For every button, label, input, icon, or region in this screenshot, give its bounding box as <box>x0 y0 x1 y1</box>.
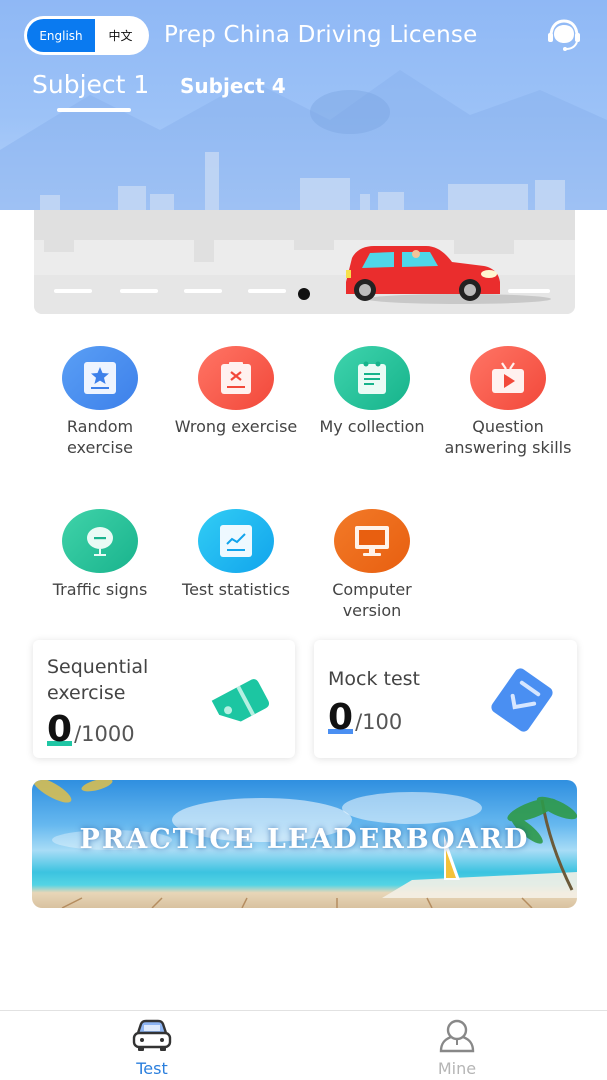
language-toggle[interactable]: English 中文 <box>24 16 149 55</box>
bottom-navigation: Test Mine <box>0 1010 607 1080</box>
nav-label: Test <box>136 1059 168 1078</box>
completed-count: 0 <box>328 697 354 738</box>
language-option-english[interactable]: English <box>27 19 95 52</box>
app-title: Prep China Driving License <box>164 22 478 48</box>
tab-subject-4[interactable]: Subject 4 <box>180 74 286 98</box>
feature-question-answering-skills[interactable]: Question answering skills <box>440 346 576 458</box>
check-paper-icon <box>491 668 553 732</box>
tab-subject-1[interactable]: Subject 1 <box>32 70 149 99</box>
customer-service-headset-icon <box>548 19 580 51</box>
total-count: /100 <box>355 710 403 734</box>
car-icon <box>132 1019 172 1051</box>
notepad-icon <box>358 361 386 394</box>
road-illustration <box>34 210 575 314</box>
user-icon <box>439 1019 475 1053</box>
star-card-icon <box>84 362 116 394</box>
feature-test-statistics[interactable]: Test statistics <box>168 509 304 600</box>
active-tab-indicator <box>57 108 131 112</box>
card-title: Mock test <box>328 668 420 690</box>
feature-label: Wrong exercise <box>174 417 298 436</box>
progress-road-banner <box>34 210 575 314</box>
mock-test-card[interactable]: Mock test 0 /100 <box>314 640 577 758</box>
feature-traffic-signs[interactable]: Traffic signs <box>32 509 168 600</box>
practice-leaderboard-banner[interactable]: PRACTICE LEADERBOARD <box>32 780 577 908</box>
video-tv-icon <box>492 362 524 393</box>
feature-label: My collection <box>319 417 425 436</box>
tag-icon <box>211 679 270 722</box>
line-chart-icon <box>220 525 252 557</box>
feature-my-collection[interactable]: My collection <box>304 346 440 437</box>
x-clipboard-icon <box>221 362 251 394</box>
feature-label: Traffic signs <box>52 580 148 599</box>
feature-computer-version[interactable]: Computer version <box>304 509 440 621</box>
feature-label: Computer version <box>332 580 412 620</box>
card-title: Sequential exercise <box>47 656 149 704</box>
feature-label: Test statistics <box>182 580 290 599</box>
leaderboard-title: PRACTICE LEADERBOARD <box>79 824 530 855</box>
total-count: /1000 <box>74 722 135 746</box>
nav-label: Mine <box>437 1059 477 1078</box>
customer-service-button[interactable] <box>545 18 583 54</box>
completed-count: 0 <box>47 709 73 750</box>
monitor-icon <box>355 526 389 556</box>
sequential-progress: 0 /1000 <box>47 712 135 748</box>
sequential-exercise-card[interactable]: Sequential exercise 0 /1000 <box>33 640 295 758</box>
feature-random-exercise[interactable]: Random exercise <box>32 346 168 458</box>
nav-tab-mine[interactable]: Mine <box>417 1019 497 1078</box>
nav-tab-test[interactable]: Test <box>112 1019 192 1078</box>
feature-label: Random exercise <box>66 417 134 457</box>
progress-marker <box>298 288 310 300</box>
header-hero: English 中文 Prep China Driving License Su… <box>0 0 607 210</box>
traffic-sign-icon <box>87 527 113 556</box>
language-option-chinese[interactable]: 中文 <box>95 27 146 44</box>
mock-progress: 0 /100 <box>328 700 402 736</box>
feature-wrong-exercise[interactable]: Wrong exercise <box>168 346 304 437</box>
feature-label: Question answering skills <box>444 417 572 457</box>
